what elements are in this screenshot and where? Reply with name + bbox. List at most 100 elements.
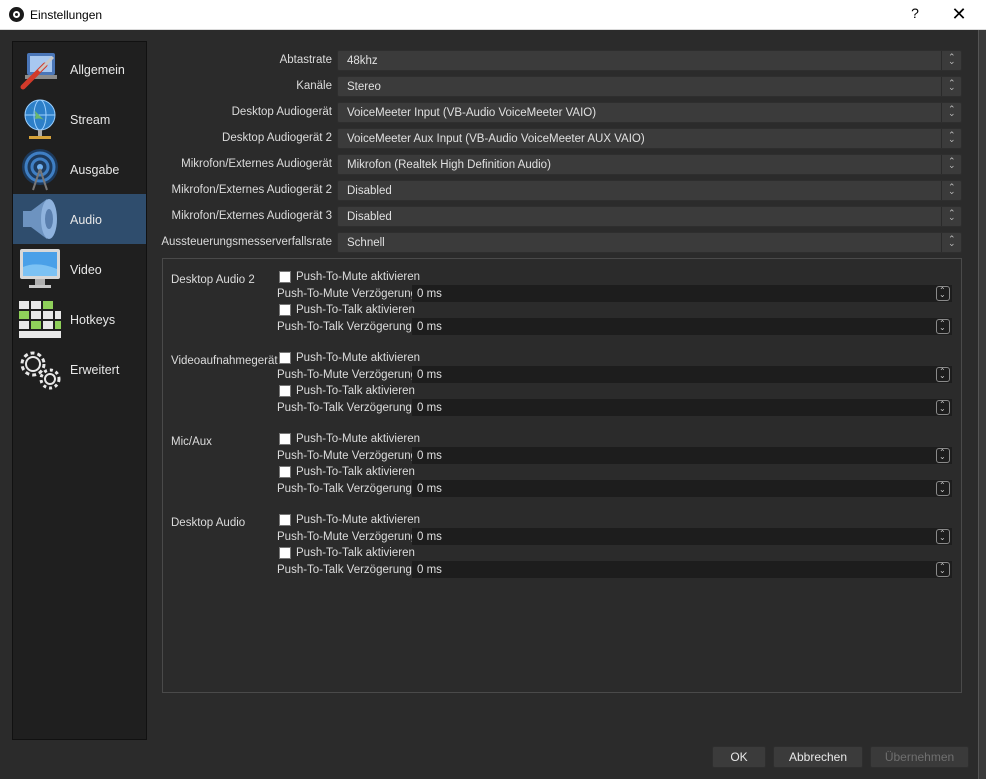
push-to-talk-groupbox: Desktop Audio 2 Push-To-Mute aktivieren … [162,258,962,693]
updown-arrows-icon [941,129,961,148]
checkbox-box[interactable] [279,352,291,364]
selected-value: VoiceMeeter Input (VB-Audio VoiceMeeter … [347,107,597,119]
setting-row-desktop-audio: Desktop Audiogerät VoiceMeeter Input (VB… [162,102,962,124]
selected-value: Disabled [347,211,392,223]
monitor-icon [20,249,60,288]
checkbox-box[interactable] [279,547,291,559]
spinbox-value: 0 ms [417,402,442,414]
spinbox-value: 0 ms [417,564,442,576]
checkbox-label: Push-To-Talk aktivieren [296,304,415,316]
spin-arrows-icon[interactable] [936,481,950,496]
sidebar-item-label: Audio [70,213,102,227]
setting-row-mic: Mikrofon/Externes Audiogerät Mikrofon (R… [162,154,962,176]
ptm-delay-label: Push-To-Mute Verzögerung [277,369,417,381]
close-button[interactable]: ✕ [948,4,970,26]
setting-row-kanaele: Kanäle Stereo [162,76,962,98]
checkbox-box[interactable] [279,304,291,316]
mic-device-2-select[interactable]: Disabled [337,180,962,201]
checkbox-label: Push-To-Mute aktivieren [296,433,420,445]
updown-arrows-icon [941,77,961,96]
setting-row-mic-2: Mikrofon/Externes Audiogerät 2 Disabled [162,180,962,202]
ptm-delay-spinbox[interactable]: 0 ms [412,285,952,302]
spin-arrows-icon[interactable] [936,448,950,463]
sidebar-item-label: Erweitert [70,363,120,377]
settings-sidebar: Allgemein Stream Ausgabe Audio Video Hot… [12,41,147,740]
checkbox-label: Push-To-Mute aktivieren [296,352,420,364]
ptm-delay-label: Push-To-Mute Verzögerung [277,531,417,543]
setting-label: Aussteuerungsmesserverfallsrate [161,236,332,248]
ptm-delay-spinbox[interactable]: 0 ms [412,447,952,464]
sidebar-item-label: Hotkeys [70,313,116,327]
ptt-delay-spinbox[interactable]: 0 ms [412,318,952,335]
updown-arrows-icon [941,51,961,70]
desktop-audio-device-2-select[interactable]: VoiceMeeter Aux Input (VB-Audio VoiceMee… [337,128,962,149]
setting-label: Desktop Audiogerät 2 [222,132,332,144]
help-button[interactable]: ? [906,5,924,25]
spinbox-value: 0 ms [417,321,442,333]
channels-select[interactable]: Stereo [337,76,962,97]
apply-button[interactable]: Übernehmen [870,746,969,768]
mic-device-select[interactable]: Mikrofon (Realtek High Definition Audio) [337,154,962,175]
checkbox-box[interactable] [279,514,291,526]
cancel-button[interactable]: Abbrechen [773,746,863,768]
setting-row-desktop-audio-2: Desktop Audiogerät 2 VoiceMeeter Aux Inp… [162,128,962,150]
sidebar-item-erweitert[interactable]: Erweitert [13,344,146,394]
device-name: Mic/Aux [171,436,212,448]
sidebar-item-ausgabe[interactable]: Ausgabe [13,144,146,194]
ptt-delay-label: Push-To-Talk Verzögerung [277,402,412,414]
sidebar-item-label: Video [70,263,102,277]
checkbox-label: Push-To-Talk aktivieren [296,385,415,397]
keyboard-icon [19,301,61,338]
wrench-screwdriver-icon [20,53,57,90]
checkbox-box[interactable] [279,466,291,478]
updown-arrows-icon [941,181,961,200]
spin-arrows-icon[interactable] [936,367,950,382]
checkbox-box[interactable] [279,385,291,397]
setting-label: Kanäle [296,80,332,92]
title-bar: Einstellungen ? ✕ [0,0,986,30]
spin-arrows-icon[interactable] [936,286,950,301]
spinbox-value: 0 ms [417,369,442,381]
ptt-delay-label: Push-To-Talk Verzögerung [277,564,412,576]
ptt-delay-spinbox[interactable]: 0 ms [412,399,952,416]
device-name: Desktop Audio [171,517,246,529]
ptm-delay-spinbox[interactable]: 0 ms [412,366,952,383]
sample-rate-select[interactable]: 48khz [337,50,962,71]
spinbox-value: 0 ms [417,483,442,495]
checkbox-label: Push-To-Mute aktivieren [296,514,420,526]
checkbox-box[interactable] [279,271,291,283]
ptt-delay-label: Push-To-Talk Verzögerung [277,321,412,333]
sidebar-item-allgemein[interactable]: Allgemein [13,44,146,94]
ptt-delay-spinbox[interactable]: 0 ms [412,480,952,497]
desktop-audio-device-select[interactable]: VoiceMeeter Input (VB-Audio VoiceMeeter … [337,102,962,123]
checkbox-box[interactable] [279,433,291,445]
sidebar-item-label: Allgemein [70,63,125,77]
globe-network-icon [24,99,56,139]
selected-value: VoiceMeeter Aux Input (VB-Audio VoiceMee… [347,133,645,145]
ok-button[interactable]: OK [712,746,766,768]
sidebar-item-stream[interactable]: Stream [13,94,146,144]
meter-decay-rate-select[interactable]: Schnell [337,232,962,253]
ptt-delay-spinbox[interactable]: 0 ms [412,561,952,578]
setting-row-abtastrate: Abtastrate 48khz [162,50,962,72]
device-name: Videoaufnahmegerät [171,355,278,367]
spinbox-value: 0 ms [417,288,442,300]
sidebar-item-video[interactable]: Video [13,244,146,294]
ptm-delay-label: Push-To-Mute Verzögerung [277,450,417,462]
window-title: Einstellungen [30,8,103,22]
selected-value: Schnell [347,237,385,249]
updown-arrows-icon [941,207,961,226]
sidebar-item-audio[interactable]: Audio [13,194,146,244]
ptt-delay-label: Push-To-Talk Verzögerung [277,483,412,495]
spinbox-value: 0 ms [417,450,442,462]
setting-label: Desktop Audiogerät [231,106,332,118]
spin-arrows-icon[interactable] [936,400,950,415]
sidebar-item-hotkeys[interactable]: Hotkeys [13,294,146,344]
sidebar-item-label: Ausgabe [70,163,120,177]
spin-arrows-icon[interactable] [936,529,950,544]
ptm-delay-label: Push-To-Mute Verzögerung [277,288,417,300]
ptm-delay-spinbox[interactable]: 0 ms [412,528,952,545]
spin-arrows-icon[interactable] [936,319,950,334]
spin-arrows-icon[interactable] [936,562,950,577]
mic-device-3-select[interactable]: Disabled [337,206,962,227]
